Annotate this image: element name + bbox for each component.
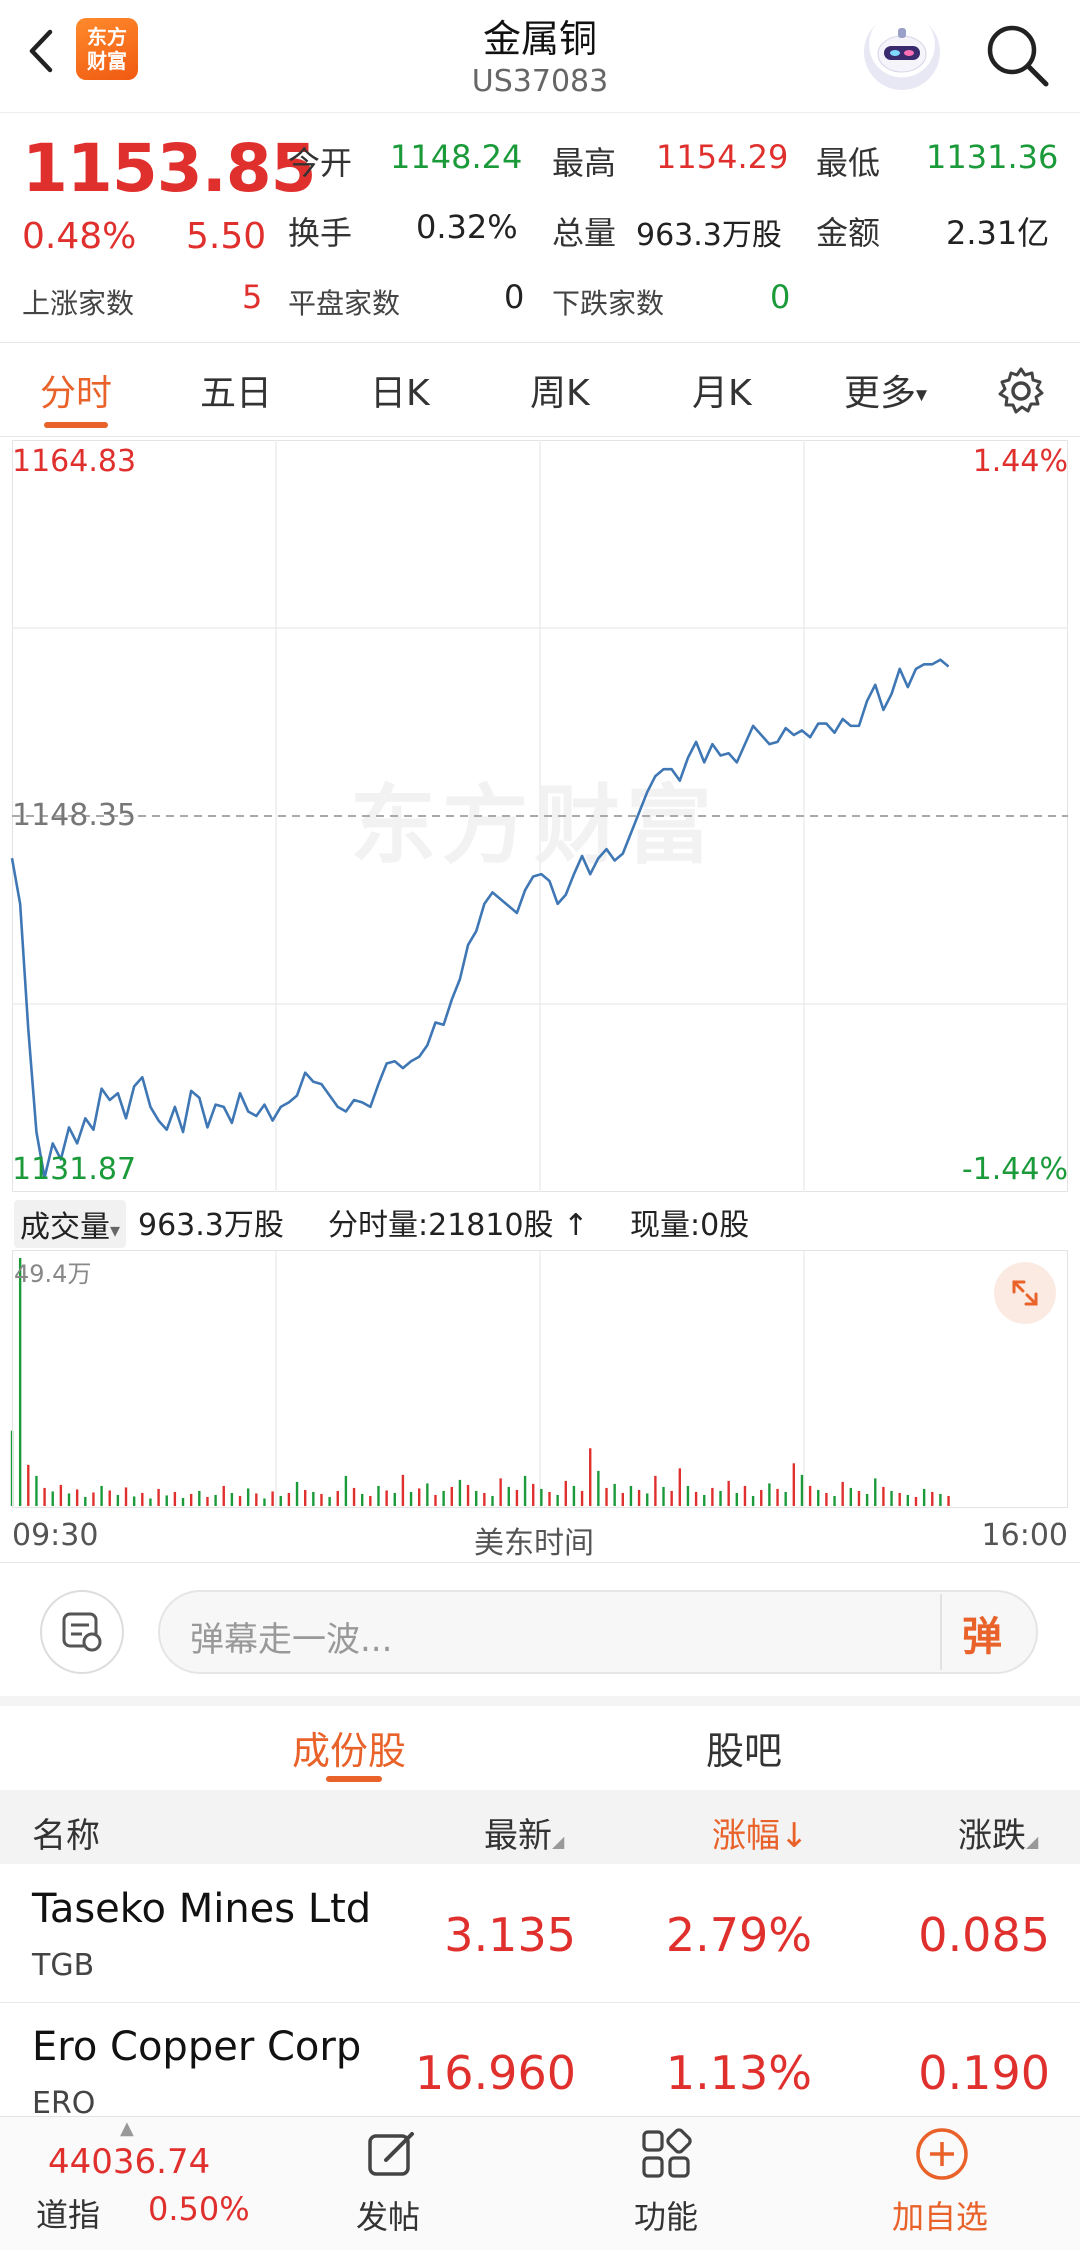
col-change-pct-label: 涨幅: [712, 1816, 780, 1856]
danmaku-placeholder: 弹幕走一波...: [190, 1620, 393, 1660]
tab-five-day[interactable]: 五日: [200, 364, 272, 416]
pct-axis-top: 1.44%: [972, 444, 1068, 479]
index-change-pct: 0.50%: [148, 2190, 250, 2228]
caret-down-icon: ▾: [916, 382, 928, 408]
danmaku-send-button[interactable]: 弹: [962, 1604, 1002, 1662]
stock-change: 0.190: [918, 2046, 1050, 2100]
minute-volume-text: 分时量:21810股: [328, 1208, 554, 1243]
open-value: 1148.24: [390, 138, 523, 176]
sort-desc-icon: ↓: [780, 1816, 809, 1856]
watermark: 东方财富: [350, 776, 718, 876]
stock-change-pct: 1.13%: [665, 2046, 812, 2100]
stock-last: 16.960: [415, 2046, 576, 2100]
tab-weekly-k[interactable]: 周K: [530, 364, 590, 416]
add-circle-icon[interactable]: [912, 2124, 972, 2184]
divider: [0, 1562, 1080, 1563]
divider: [0, 342, 1080, 343]
volume-selector[interactable]: 成交量▾: [14, 1200, 127, 1248]
apps-grid-icon[interactable]: [636, 2124, 696, 2184]
divider: [0, 436, 1080, 437]
tab-forum[interactable]: 股吧: [706, 1720, 782, 1775]
volume-axis-max: 49.4万: [14, 1260, 92, 1288]
assistant-robot-icon[interactable]: [864, 14, 940, 90]
compose-post-icon[interactable]: [362, 2124, 422, 2184]
settings-gear-icon[interactable]: [996, 366, 1046, 416]
current-volume: 现量:0股: [630, 1208, 750, 1243]
expand-chart-button[interactable]: [994, 1262, 1056, 1324]
stock-name: Taseko Mines Ltd: [32, 1886, 372, 1932]
flat-count: 0: [504, 278, 525, 316]
post-button[interactable]: 发帖: [356, 2192, 420, 2238]
price-axis-bottom: 1131.87: [12, 1152, 137, 1187]
sort-icon: ◢: [552, 1832, 565, 1851]
turnover-value: 0.32%: [416, 208, 518, 246]
open-label: 今开: [288, 144, 353, 182]
up-count: 5: [242, 278, 263, 316]
change-percent: 0.48%: [22, 216, 137, 257]
volume-value: 963.3万股: [636, 218, 782, 253]
expand-icon: [1012, 1280, 1038, 1306]
amount-label: 金额: [816, 214, 881, 252]
tab-minute[interactable]: 分时: [40, 364, 112, 416]
col-change-label: 涨跌: [958, 1816, 1026, 1856]
section-gap: [0, 1696, 1080, 1706]
volume-chart-frame[interactable]: [12, 1250, 1068, 1508]
search-icon[interactable]: [982, 20, 1052, 90]
turnover-label: 换手: [288, 214, 353, 252]
stock-last: 3.135: [444, 1908, 576, 1962]
tab-active-indicator: [44, 422, 108, 428]
tab-daily-k[interactable]: 日K: [370, 364, 430, 416]
col-name[interactable]: 名称: [32, 1808, 100, 1857]
volume-selector-label: 成交量: [20, 1210, 110, 1245]
tab-more-label: 更多: [844, 373, 917, 414]
high-value: 1154.29: [656, 138, 789, 176]
danmaku-settings-button[interactable]: [40, 1590, 124, 1674]
col-change[interactable]: 涨跌◢: [958, 1808, 1038, 1857]
pct-axis-bottom: -1.44%: [961, 1152, 1068, 1187]
time-start: 09:30: [12, 1518, 99, 1553]
high-label: 最高: [552, 144, 617, 182]
stock-code: TGB: [32, 1948, 95, 1983]
time-zone-label: 美东时间: [474, 1526, 594, 1561]
minute-volume: 分时量:21810股 ↑: [328, 1200, 588, 1244]
stock-name: Ero Copper Corp: [32, 2024, 362, 2070]
price-axis-mid: 1148.35: [12, 798, 137, 833]
tab-constituents[interactable]: 成份股: [292, 1720, 406, 1775]
divider: [0, 2002, 1080, 2003]
top-header: 东方 财富 金属铜 US37083: [0, 0, 1080, 113]
flat-count-label: 平盘家数: [288, 287, 401, 320]
col-last-label: 最新: [484, 1816, 552, 1856]
danmaku-settings-icon: [62, 1612, 102, 1652]
caret-up-icon: ▲: [120, 2118, 134, 2139]
down-count: 0: [770, 278, 791, 316]
last-price: 1153.85: [22, 130, 317, 207]
tab-active-indicator: [326, 1776, 382, 1782]
up-count-label: 上涨家数: [22, 287, 135, 320]
index-value[interactable]: 44036.74: [48, 2142, 210, 2182]
add-watchlist-button[interactable]: 加自选: [892, 2192, 988, 2238]
time-end: 16:00: [981, 1518, 1068, 1553]
stock-change: 0.085: [918, 1908, 1050, 1962]
divider: [940, 1594, 942, 1670]
change-value: 5.50: [186, 216, 267, 257]
col-change-pct[interactable]: 涨幅↓: [712, 1808, 809, 1857]
danmaku-send-label: 弹: [962, 1614, 1002, 1660]
caret-down-icon: ▾: [110, 1218, 121, 1242]
stock-change-pct: 2.79%: [665, 1908, 812, 1962]
volume-total: 963.3万股: [138, 1208, 284, 1243]
tab-monthly-k[interactable]: 月K: [692, 364, 752, 416]
tab-more[interactable]: 更多▾: [844, 364, 927, 416]
price-axis-top: 1164.83: [12, 444, 137, 479]
amount-value: 2.31亿: [946, 214, 1050, 252]
sort-icon: ◢: [1026, 1832, 1039, 1851]
arrow-up-icon: ↑: [553, 1208, 589, 1243]
down-count-label: 下跌家数: [552, 287, 665, 320]
index-name[interactable]: 道指: [36, 2190, 100, 2236]
low-value: 1131.36: [926, 138, 1059, 176]
low-label: 最低: [816, 144, 881, 182]
function-button[interactable]: 功能: [634, 2192, 698, 2238]
volume-label: 总量: [552, 214, 617, 252]
col-last[interactable]: 最新◢: [484, 1808, 564, 1857]
